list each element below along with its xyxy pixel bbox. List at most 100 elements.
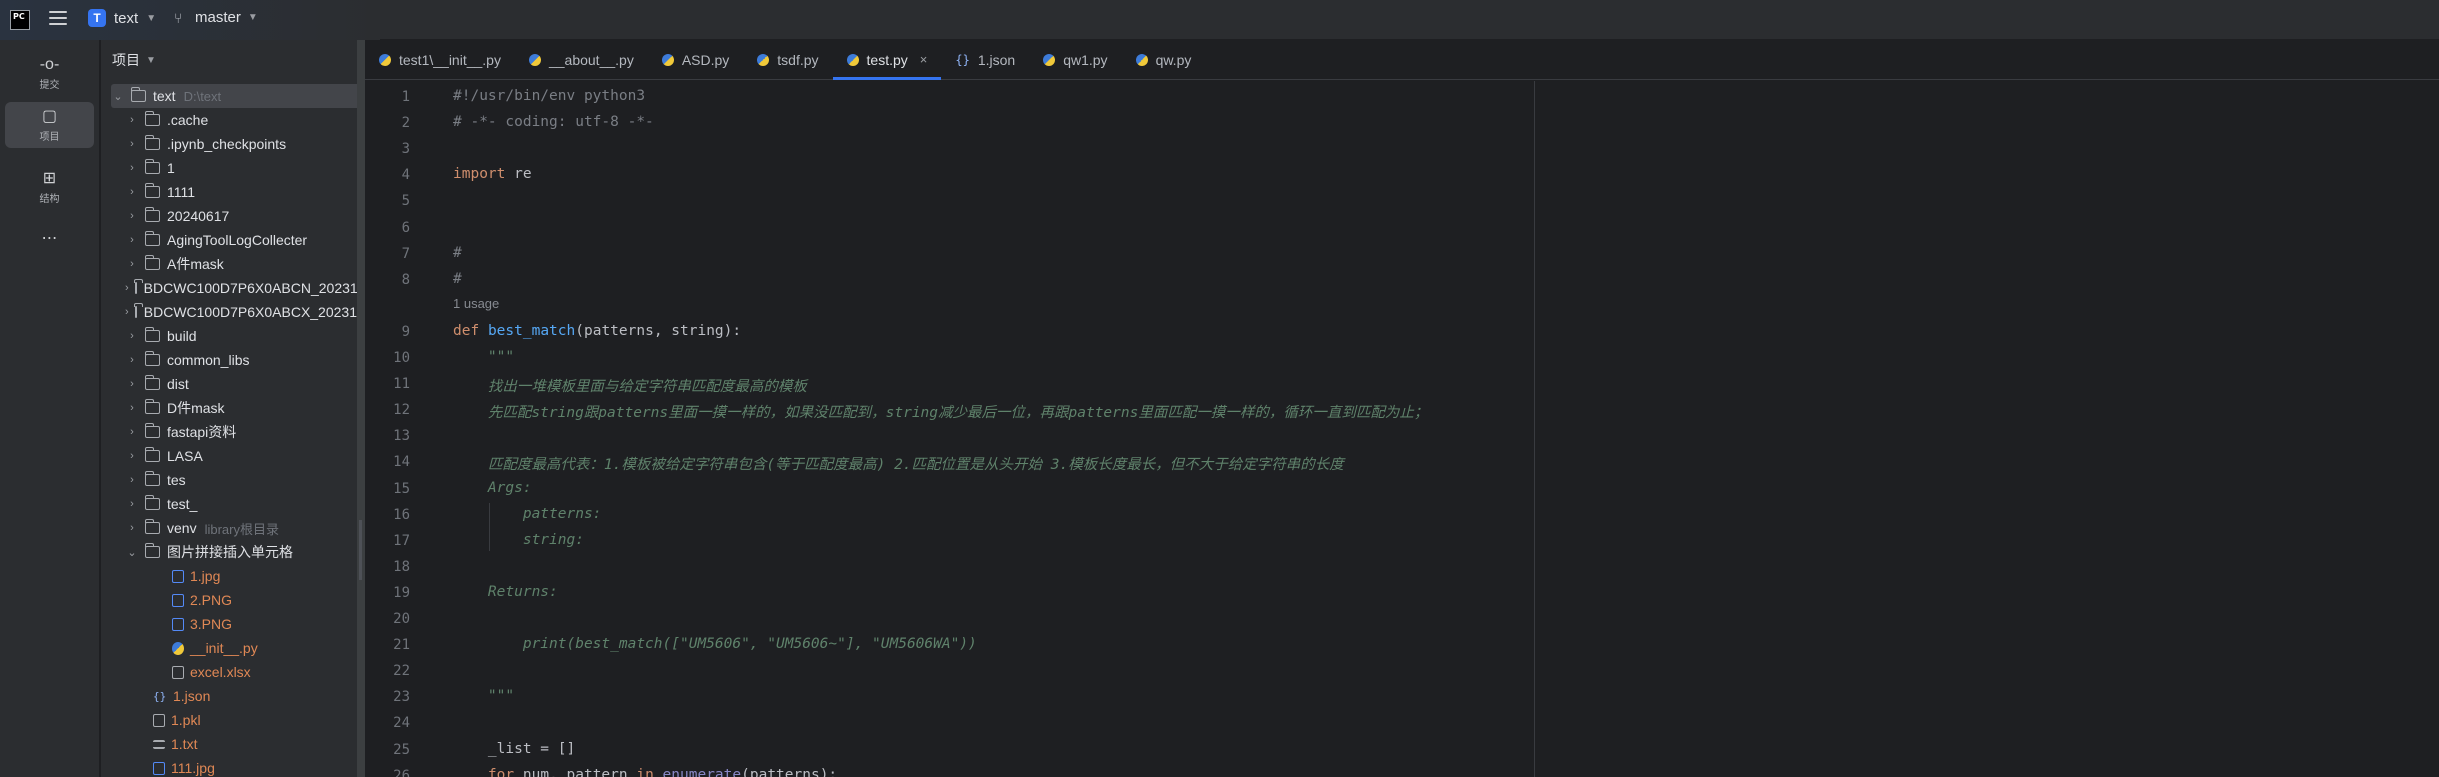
- tree-item[interactable]: › common_libs: [101, 348, 357, 372]
- editor-tab[interactable]: tsdf.py: [743, 40, 832, 80]
- project-panel-header[interactable]: 项目 ▼: [101, 40, 357, 80]
- line-number: 23: [393, 689, 410, 706]
- tool-more[interactable]: ⋯: [5, 216, 94, 262]
- tree-item[interactable]: ⌄ 图片拼接插入单元格: [101, 540, 357, 564]
- tree-file-label: 3.PNG: [190, 616, 233, 632]
- tree-file[interactable]: 2.PNG: [101, 588, 357, 612]
- code-line[interactable]: 找出一堆模板里面与给定字符串匹配度最高的模板: [453, 375, 807, 396]
- tree-item[interactable]: › fastapi资料: [101, 420, 357, 444]
- tree-item[interactable]: › 20240617: [101, 204, 357, 228]
- code-line[interactable]: import re: [453, 166, 532, 182]
- code-line[interactable]: def best_match(patterns, string):: [453, 323, 741, 339]
- code-line[interactable]: #!/usr/bin/env python3: [453, 88, 645, 104]
- code-line[interactable]: """: [453, 349, 514, 365]
- tree-item[interactable]: › build: [101, 324, 357, 348]
- close-icon[interactable]: ×: [920, 52, 928, 67]
- main-menu-icon[interactable]: [49, 11, 67, 27]
- folder-icon: [144, 255, 160, 270]
- tool-label: 项目: [39, 131, 60, 143]
- tab-label: test1\__init__.py: [399, 51, 501, 68]
- tree-item[interactable]: › test_: [101, 492, 357, 516]
- tree-item[interactable]: › BDCWC100D7P6X0ABCX_20231: [101, 300, 357, 324]
- editor-tab[interactable]: ASD.py: [648, 40, 743, 80]
- code-line[interactable]: Returns:: [453, 584, 558, 600]
- tree-item[interactable]: › dist: [101, 372, 357, 396]
- tree-item[interactable]: › 1111: [101, 180, 357, 204]
- text-file-icon: [153, 739, 165, 749]
- tool-commit[interactable]: -o- 提交: [5, 50, 94, 96]
- tool-structure[interactable]: ⊞ 结构: [5, 164, 94, 210]
- tree-file-label: 1.pkl: [171, 712, 201, 728]
- tree-item-label: venv: [167, 520, 197, 536]
- usage-hint[interactable]: 1 usage: [453, 296, 499, 311]
- tree-item[interactable]: › 1: [101, 156, 357, 180]
- tree-item-label: 1111: [167, 184, 196, 200]
- tree-item-label: AgingToolLogCollecter: [167, 232, 308, 248]
- tree-item-label: dist: [167, 376, 189, 392]
- editor-tab[interactable]: qw1.py: [1029, 40, 1121, 80]
- tree-file[interactable]: 1.pkl: [101, 708, 357, 732]
- code-line[interactable]: # -*- coding: utf-8 -*-: [453, 114, 654, 130]
- code-line[interactable]: _list = []: [453, 741, 575, 757]
- code-line[interactable]: for num, pattern in enumerate(patterns):: [453, 767, 837, 777]
- git-branch-icon: ⑂: [174, 9, 183, 26]
- code-line[interactable]: print(best_match(["UM5606", "UM5606~"], …: [453, 636, 977, 652]
- indent-guide: [489, 503, 490, 551]
- project-panel-title: 项目: [112, 52, 140, 68]
- tree-item[interactable]: › A件mask: [101, 252, 357, 276]
- chevron-right-icon: ›: [130, 402, 134, 414]
- line-number: 15: [393, 480, 410, 497]
- chevron-right-icon: ›: [130, 186, 134, 198]
- chevron-down-icon: ▼: [146, 54, 156, 66]
- tree-file[interactable]: 3.PNG: [101, 612, 357, 636]
- line-number: 22: [393, 663, 410, 680]
- tree-file[interactable]: 111.jpg: [101, 756, 357, 777]
- tab-label: tsdf.py: [777, 51, 819, 68]
- tree-file[interactable]: 1.jpg: [101, 564, 357, 588]
- editor-tab[interactable]: test1\__init__.py: [365, 40, 515, 80]
- tree-item[interactable]: › LASA: [101, 444, 357, 468]
- tree-item[interactable]: › .ipynb_checkpoints: [101, 132, 357, 156]
- code-line[interactable]: """: [453, 688, 514, 704]
- tree-root[interactable]: ⌄ text D:\text: [111, 84, 357, 108]
- editor-tab[interactable]: {} 1.json: [941, 40, 1029, 80]
- tool-label: 提交: [39, 79, 60, 91]
- tree-item[interactable]: › tes: [101, 468, 357, 492]
- line-number: 3: [401, 141, 410, 158]
- branch-selector[interactable]: ⑂ master ▼: [174, 9, 258, 26]
- tree-item-label: test_: [167, 496, 198, 512]
- tree-item[interactable]: › BDCWC100D7P6X0ABCN_20231: [101, 276, 357, 300]
- right-margin-guide: [1534, 81, 1535, 777]
- pycharm-logo-icon[interactable]: PC: [10, 10, 30, 30]
- code-line[interactable]: 匹配度最高代表：1.模板被给定字符串包含(等于匹配度最高) 2.匹配位置是从头开…: [453, 453, 1344, 474]
- project-selector[interactable]: T text ▼: [88, 9, 156, 27]
- chevron-right-icon: ›: [130, 498, 134, 510]
- editor-tab[interactable]: qw.py: [1122, 40, 1206, 80]
- code-line[interactable]: #: [453, 245, 462, 261]
- image-file-icon: [153, 761, 165, 775]
- editor-tab[interactable]: test.py ×: [832, 40, 942, 80]
- code-line[interactable]: Args:: [453, 480, 532, 496]
- tree-item[interactable]: › venv library根目录: [101, 516, 357, 540]
- tree-file[interactable]: 1.txt: [101, 732, 357, 756]
- tab-label: __about__.py: [548, 51, 634, 68]
- code-editor[interactable]: 1 #!/usr/bin/env python3 2 # -*- coding: ut…: [365, 81, 2439, 777]
- tree-item-label: D件mask: [167, 400, 225, 416]
- tree-item[interactable]: › .cache: [101, 108, 357, 132]
- code-line[interactable]: #: [453, 271, 462, 287]
- code-line[interactable]: 先匹配string跟patterns里面一摸一样的，如果没匹配到，string减…: [453, 401, 1428, 422]
- editor-tab[interactable]: __about__.py: [515, 40, 648, 80]
- code-line[interactable]: string:: [453, 532, 584, 548]
- tool-project[interactable]: ▢ 项目: [5, 102, 94, 148]
- tree-item[interactable]: › D件mask: [101, 396, 357, 420]
- folder-icon: [134, 279, 144, 294]
- chevron-down-icon: ▼: [146, 12, 157, 24]
- tree-file[interactable]: excel.xlsx: [101, 660, 357, 684]
- panel-splitter[interactable]: [357, 40, 365, 777]
- image-file-icon: [172, 593, 184, 607]
- tree-file[interactable]: {} 1.json: [101, 684, 357, 708]
- code-line[interactable]: patterns:: [453, 506, 602, 522]
- chevron-right-icon: ›: [125, 282, 129, 294]
- tree-item[interactable]: › AgingToolLogCollecter: [101, 228, 357, 252]
- tree-file[interactable]: __init__.py: [101, 636, 357, 660]
